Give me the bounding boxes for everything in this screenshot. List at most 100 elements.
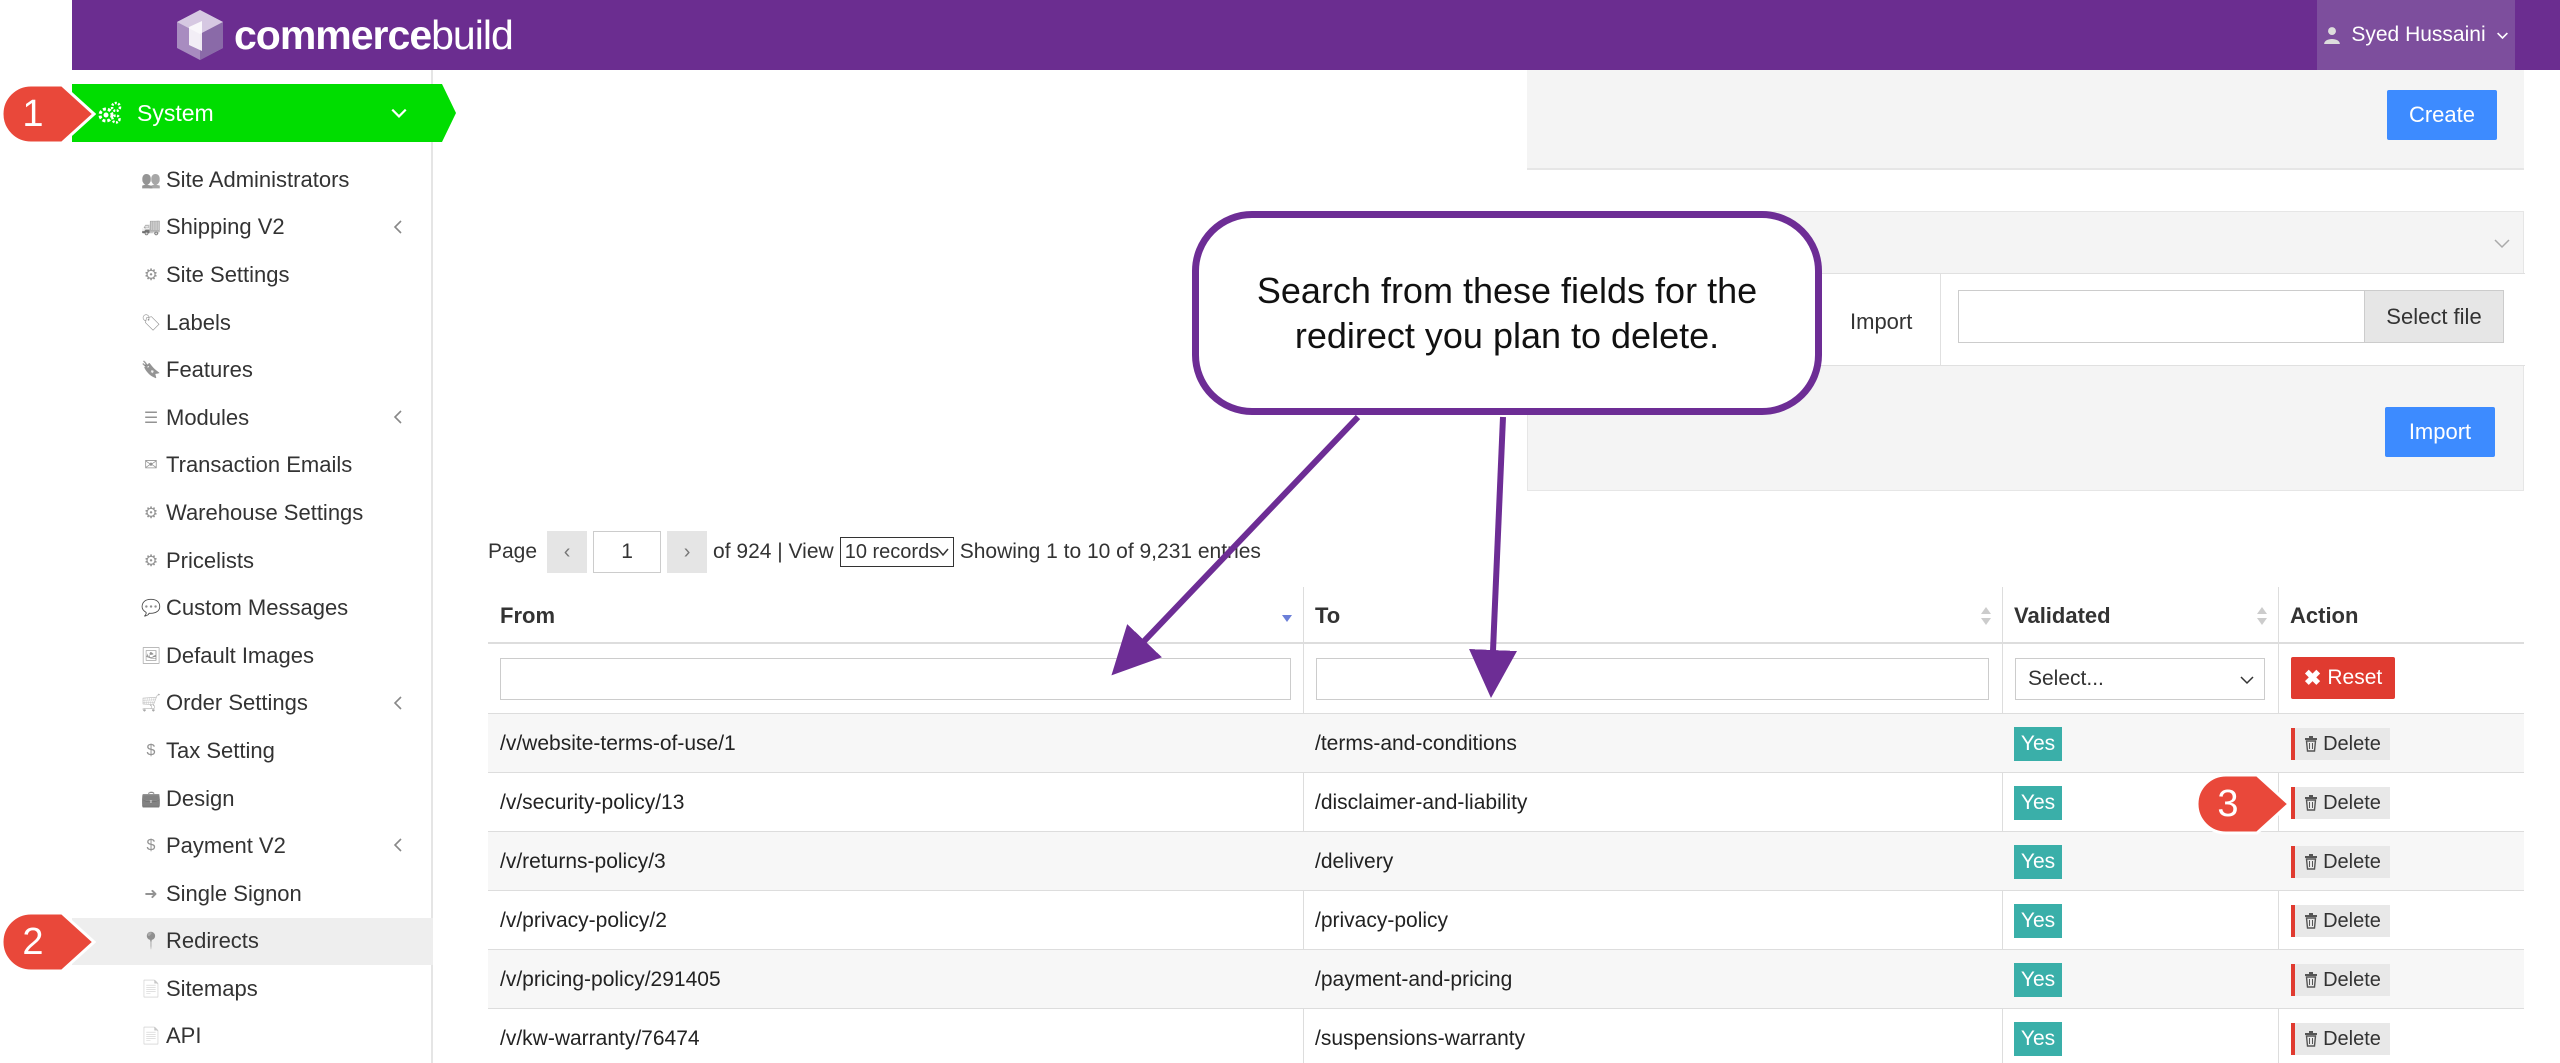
delete-button[interactable]: Delete (2291, 728, 2390, 760)
sidebar-item-labels[interactable]: 🏷 Labels (72, 299, 433, 347)
gear-icon: ⚙ (143, 504, 159, 522)
trash-icon (2305, 795, 2318, 811)
dollar-icon: $ (146, 837, 156, 855)
sidebar-item-label: Default Images (166, 642, 314, 668)
table-filter-row: Select... ✖ Reset (488, 644, 2524, 714)
list-icon: ☰ (143, 409, 159, 427)
users-icon: 👥 (141, 171, 161, 189)
map-marker-icon: 📍 (141, 933, 161, 951)
badge-number: 3 (2217, 782, 2239, 825)
validated-badge: Yes (2014, 1022, 2062, 1056)
prev-page-button[interactable]: ‹ (547, 531, 588, 573)
cell-to: /suspensions-warranty (1315, 1026, 1526, 1050)
column-header-to[interactable]: To (1303, 587, 2002, 644)
sidebar-system-label: System (137, 99, 214, 126)
delete-label: Delete (2323, 850, 2381, 873)
sidebar-item-label: Redirects (166, 928, 259, 954)
chevron-right-icon: › (683, 540, 691, 563)
sidebar-item-label: Site Settings (166, 261, 290, 287)
delete-button[interactable]: Delete (2291, 905, 2390, 937)
column-header-label: Action (2290, 602, 2359, 628)
import-file-input[interactable] (1958, 290, 2364, 343)
sidebar-item-sitemaps[interactable]: 📄 Sitemaps (72, 965, 433, 1013)
sidebar-item-label: Design (166, 785, 235, 811)
column-header-label: From (500, 602, 555, 628)
sidebar: System 👥 Site Administrators 🚚 Shipping V2 ⚙… (72, 70, 456, 1063)
sidebar-item-payment-v2[interactable]: $ Payment V2 (72, 822, 433, 870)
column-header-validated[interactable]: Validated (2002, 587, 2278, 644)
sidebar-item-custom-messages[interactable]: 💬 Custom Messages (72, 584, 433, 632)
sidebar-item-redirects[interactable]: 📍 Redirects (72, 917, 433, 966)
chevron-left-icon (393, 220, 402, 234)
dollar-icon: $ (146, 741, 156, 759)
sidebar-item-tax-setting[interactable]: $ Tax Setting (72, 727, 433, 775)
column-header-from[interactable]: From (488, 587, 1303, 644)
delete-button[interactable]: Delete (2291, 787, 2390, 819)
page-number-input[interactable]: 1 (593, 531, 662, 573)
sidebar-item-label: Modules (166, 404, 250, 430)
table-row: /v/privacy-policy/2/privacy-policy Yes Del… (488, 891, 2524, 950)
step-badge-1: 1 (0, 83, 96, 145)
chevron-left-icon (393, 695, 402, 710)
sidebar-item-transaction-emails[interactable]: ✉ Transaction Emails (72, 442, 433, 490)
cell-from: /v/pricing-policy/291405 (500, 967, 721, 991)
import-button[interactable]: Import (2385, 407, 2495, 457)
sidebar-item-site-administrators[interactable]: 👥 Site Administrators (72, 156, 433, 204)
sidebar-item-api[interactable]: 📄 API (72, 1013, 433, 1061)
cell-to: /payment-and-pricing (1315, 967, 1513, 991)
create-panel: Create (1527, 70, 2524, 170)
chevron-left-icon (393, 410, 402, 424)
sidebar-item-features[interactable]: 🔖 Features (72, 346, 433, 394)
next-page-button[interactable]: › (667, 531, 708, 573)
sidebar-item-order-settings[interactable]: 🛒 Order Settings (72, 680, 433, 728)
cell-from: /v/kw-warranty/76474 (500, 1026, 700, 1050)
sidebar-item-default-images[interactable]: 🖼 Default Images (72, 632, 433, 680)
truck-icon: 🚚 (141, 219, 161, 237)
trash-icon (2305, 736, 2318, 752)
top-navbar: commercebuild Syed Hussaini (72, 0, 2560, 70)
to-filter-input[interactable] (1316, 658, 1989, 700)
records-per-page-select[interactable]: 10 records (839, 537, 954, 567)
bookmark-icon: 🔖 (141, 362, 161, 380)
import-label: Import (1850, 309, 1913, 334)
sidebar-item-warehouse-settings[interactable]: ⚙ Warehouse Settings (72, 489, 433, 537)
cell-to: /terms-and-conditions (1315, 731, 1517, 755)
file-icon: 📄 (141, 1028, 161, 1046)
sidebar-item-label: Warehouse Settings (166, 499, 364, 525)
sidebar-item-pricelists[interactable]: ⚙ Pricelists (72, 537, 433, 585)
delete-button[interactable]: Delete (2291, 846, 2390, 878)
user-menu-dropdown[interactable]: Syed Hussaini (2317, 0, 2515, 70)
sidebar-item-label: Sitemaps (166, 975, 258, 1001)
sidebar-item-design[interactable]: 💼 Design (72, 775, 433, 823)
delete-button[interactable]: Delete (2291, 1023, 2390, 1055)
sidebar-item-site-settings[interactable]: ⚙ Site Settings (72, 251, 433, 299)
table-row: /v/returns-policy/3/delivery Yes Delete (488, 832, 2524, 891)
chevron-down-icon[interactable] (2490, 236, 2514, 252)
select-file-button[interactable]: Select file (2364, 290, 2504, 343)
delete-button[interactable]: Delete (2291, 964, 2390, 996)
sort-icon (1981, 607, 1991, 625)
sidebar-item-label: API (166, 1023, 202, 1049)
cell-from: /v/security-policy/13 (500, 790, 685, 814)
sidebar-item-modules[interactable]: ☰ Modules (72, 394, 433, 442)
showing-entries-text: Showing 1 to 10 of 9,231 entries (959, 540, 1261, 563)
table-header: From To Validated Action (488, 587, 2524, 644)
sidebar-item-system[interactable]: System (72, 84, 456, 142)
step-badge-2: 2 (0, 911, 96, 973)
sidebar-item-shipping-v2[interactable]: 🚚 Shipping V2 (72, 204, 433, 252)
user-icon (2324, 27, 2341, 44)
validated-badge: Yes (2014, 845, 2062, 879)
records-per-page-value: 10 records (844, 540, 940, 563)
page-label: Page (488, 540, 538, 563)
envelope-icon: ✉ (144, 457, 158, 475)
divider (1940, 274, 1941, 366)
callout-bubble: Search from these fields for the redirec… (1192, 211, 1822, 415)
reset-filters-button[interactable]: ✖ Reset (2291, 657, 2395, 699)
gear-icon: ⚙ (143, 266, 159, 284)
validated-filter-select[interactable]: Select... (2015, 658, 2265, 700)
from-filter-input[interactable] (500, 658, 1291, 700)
pagination-bar: Page ‹ 1 › of 924 | View 10 records Show… (488, 531, 1261, 573)
sidebar-item-single-signon[interactable]: ➜ Single Signon (72, 870, 433, 918)
brand-logo[interactable]: commercebuild (172, 8, 514, 62)
create-button[interactable]: Create (2387, 90, 2497, 140)
